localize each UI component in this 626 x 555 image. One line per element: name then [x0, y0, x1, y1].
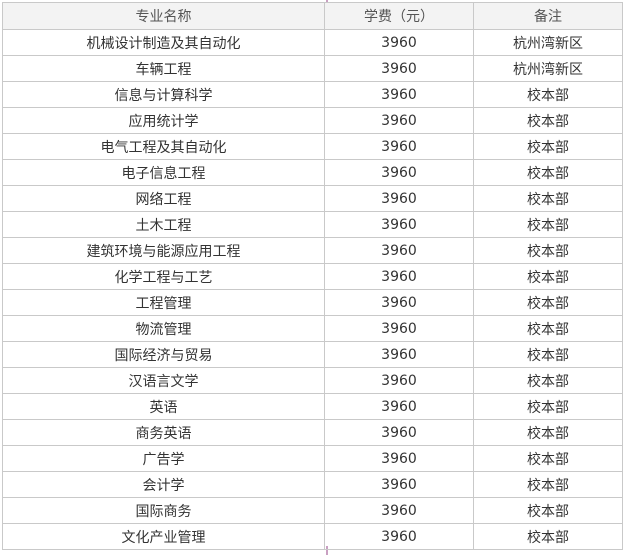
tuition-cell: 3960 [324, 289, 474, 316]
remarks-cell: 校本部 [473, 107, 623, 134]
major-name-cell: 汉语言文学 [2, 367, 325, 394]
tuition-cell: 3960 [324, 341, 474, 368]
remarks-cell: 校本部 [473, 315, 623, 342]
remarks-cell: 校本部 [473, 159, 623, 186]
header-tuition: 学费（元） [324, 2, 474, 30]
table-row: 电气工程及其自动化 3960 校本部 [2, 133, 623, 160]
table-row: 物流管理 3960 校本部 [2, 315, 623, 342]
tuition-cell: 3960 [324, 445, 474, 472]
tuition-cell: 3960 [324, 133, 474, 160]
major-name-cell: 商务英语 [2, 419, 325, 446]
table-row: 工程管理 3960 校本部 [2, 289, 623, 316]
major-name-cell: 工程管理 [2, 289, 325, 316]
major-name-cell: 化学工程与工艺 [2, 263, 325, 290]
tuition-cell: 3960 [324, 55, 474, 82]
remarks-cell: 校本部 [473, 497, 623, 524]
tuition-cell: 3960 [324, 367, 474, 394]
table-row: 化学工程与工艺 3960 校本部 [2, 263, 623, 290]
remarks-cell: 校本部 [473, 445, 623, 472]
remarks-cell: 校本部 [473, 81, 623, 108]
table-row: 广告学 3960 校本部 [2, 445, 623, 472]
major-name-cell: 文化产业管理 [2, 523, 325, 550]
tuition-cell: 3960 [324, 107, 474, 134]
major-name-cell: 会计学 [2, 471, 325, 498]
tuition-table: 专业名称 学费（元） 备注 机械设计制造及其自动化 3960 杭州湾新区 车辆工程 39… [2, 2, 623, 550]
table-row: 土木工程 3960 校本部 [2, 211, 623, 238]
table-row: 文化产业管理 3960 校本部 [2, 523, 623, 550]
table-row: 电子信息工程 3960 校本部 [2, 159, 623, 186]
tuition-cell: 3960 [324, 81, 474, 108]
table-header: 专业名称 学费（元） 备注 [2, 2, 623, 30]
tuition-cell: 3960 [324, 393, 474, 420]
remarks-cell: 校本部 [473, 263, 623, 290]
remarks-cell: 校本部 [473, 367, 623, 394]
remarks-cell: 校本部 [473, 211, 623, 238]
tuition-table-container: 专业名称 学费（元） 备注 机械设计制造及其自动化 3960 杭州湾新区 车辆工程 39… [2, 2, 623, 550]
table-row: 汉语言文学 3960 校本部 [2, 367, 623, 394]
major-name-cell: 机械设计制造及其自动化 [2, 29, 325, 56]
header-remarks: 备注 [473, 2, 623, 30]
tuition-cell: 3960 [324, 159, 474, 186]
table-row: 建筑环境与能源应用工程 3960 校本部 [2, 237, 623, 264]
remarks-cell: 校本部 [473, 185, 623, 212]
table-row: 网络工程 3960 校本部 [2, 185, 623, 212]
major-name-cell: 应用统计学 [2, 107, 325, 134]
major-name-cell: 电气工程及其自动化 [2, 133, 325, 160]
table-row: 国际商务 3960 校本部 [2, 497, 623, 524]
table-row: 商务英语 3960 校本部 [2, 419, 623, 446]
major-name-cell: 英语 [2, 393, 325, 420]
tuition-cell: 3960 [324, 471, 474, 498]
major-name-cell: 电子信息工程 [2, 159, 325, 186]
remarks-cell: 杭州湾新区 [473, 55, 623, 82]
remarks-cell: 杭州湾新区 [473, 29, 623, 56]
major-name-cell: 物流管理 [2, 315, 325, 342]
table-row: 应用统计学 3960 校本部 [2, 107, 623, 134]
tuition-cell: 3960 [324, 185, 474, 212]
table-row: 信息与计算科学 3960 校本部 [2, 81, 623, 108]
tuition-cell: 3960 [324, 315, 474, 342]
remarks-cell: 校本部 [473, 419, 623, 446]
table-body: 机械设计制造及其自动化 3960 杭州湾新区 车辆工程 3960 杭州湾新区 信息与计算科学… [2, 29, 623, 550]
tuition-cell: 3960 [324, 29, 474, 56]
remarks-cell: 校本部 [473, 393, 623, 420]
header-row: 专业名称 学费（元） 备注 [2, 2, 623, 30]
remarks-cell: 校本部 [473, 289, 623, 316]
remarks-cell: 校本部 [473, 471, 623, 498]
tuition-cell: 3960 [324, 523, 474, 550]
major-name-cell: 信息与计算科学 [2, 81, 325, 108]
header-major-name: 专业名称 [2, 2, 325, 30]
major-name-cell: 土木工程 [2, 211, 325, 238]
remarks-cell: 校本部 [473, 237, 623, 264]
remarks-cell: 校本部 [473, 523, 623, 550]
table-row: 机械设计制造及其自动化 3960 杭州湾新区 [2, 29, 623, 56]
tuition-cell: 3960 [324, 419, 474, 446]
major-name-cell: 网络工程 [2, 185, 325, 212]
table-row: 会计学 3960 校本部 [2, 471, 623, 498]
major-name-cell: 车辆工程 [2, 55, 325, 82]
tuition-cell: 3960 [324, 497, 474, 524]
remarks-cell: 校本部 [473, 133, 623, 160]
table-row: 英语 3960 校本部 [2, 393, 623, 420]
table-row: 车辆工程 3960 杭州湾新区 [2, 55, 623, 82]
major-name-cell: 广告学 [2, 445, 325, 472]
tuition-cell: 3960 [324, 211, 474, 238]
major-name-cell: 国际商务 [2, 497, 325, 524]
tuition-cell: 3960 [324, 237, 474, 264]
major-name-cell: 国际经济与贸易 [2, 341, 325, 368]
table-row: 国际经济与贸易 3960 校本部 [2, 341, 623, 368]
major-name-cell: 建筑环境与能源应用工程 [2, 237, 325, 264]
remarks-cell: 校本部 [473, 341, 623, 368]
tuition-cell: 3960 [324, 263, 474, 290]
